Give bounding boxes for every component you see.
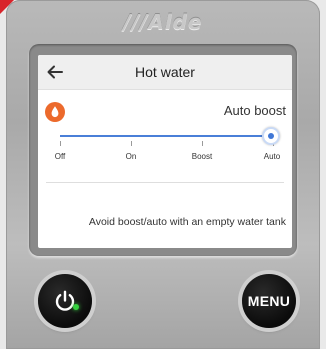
- brand-logo: ///Alde: [123, 10, 203, 34]
- slider-track: [60, 135, 274, 137]
- slider-stop-on[interactable]: On: [126, 152, 137, 161]
- warning-text: Avoid boost/auto with an empty water tan…: [88, 216, 286, 228]
- slider-tick-on: [131, 141, 132, 146]
- page-title: Hot water: [135, 64, 195, 80]
- power-indicator-led: [73, 304, 79, 310]
- title-bar: Hot water: [38, 55, 292, 90]
- slider-stop-boost[interactable]: Boost: [192, 152, 212, 161]
- mode-slider[interactable]: [60, 127, 280, 157]
- display-screen: Hot water Auto boost Off On Boost Auto A…: [38, 55, 292, 248]
- menu-button[interactable]: MENU: [242, 274, 296, 328]
- slider-tick-off: [60, 141, 61, 146]
- slider-stop-off[interactable]: Off: [55, 152, 66, 161]
- water-drop-icon: [45, 102, 65, 122]
- slider-tick-boost: [202, 141, 203, 146]
- slider-stop-auto[interactable]: Auto: [264, 152, 280, 161]
- mode-status: Auto boost: [223, 103, 286, 118]
- divider: [46, 182, 284, 183]
- slider-thumb[interactable]: [262, 127, 280, 145]
- power-button[interactable]: [38, 274, 92, 328]
- menu-button-label: MENU: [247, 293, 291, 309]
